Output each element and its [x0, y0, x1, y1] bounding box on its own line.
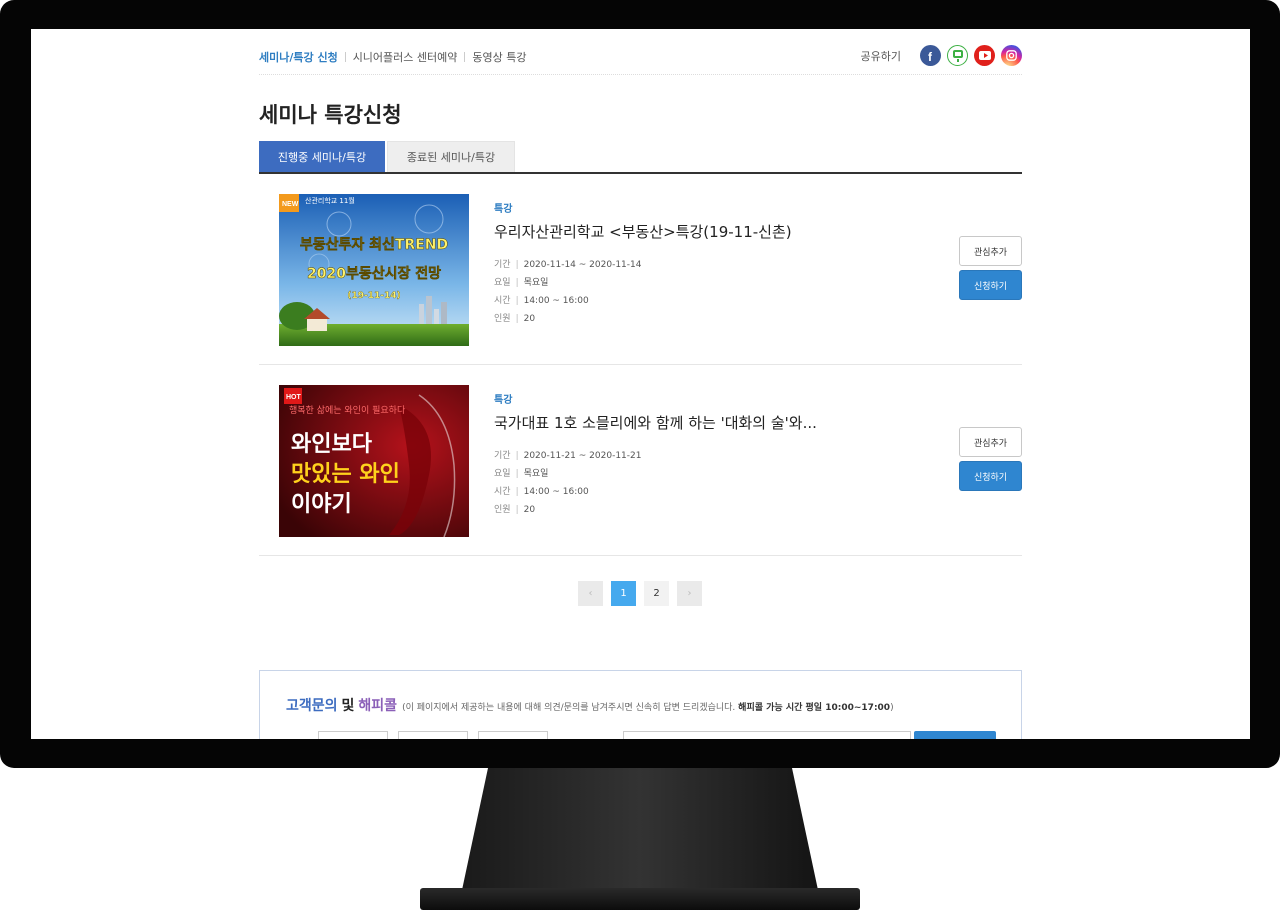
prev-page-button[interactable]: ‹: [578, 581, 603, 606]
thumb-caption: 2020부동산시장 전망: [307, 265, 441, 282]
seminar-info: 특강 국가대표 1호 소믈리에와 함께 하는 '대화의 술'와... 기간 | 20…: [494, 391, 944, 519]
monitor-base: [420, 888, 860, 910]
seminar-actions: 관심추가 신청하기: [959, 427, 1022, 491]
seminar-thumbnail[interactable]: HOT 행복한 삶에는 와인이 필요하다 와인보다 맛있는 와인 이야기: [279, 385, 469, 537]
meta-label: 시간: [494, 487, 511, 497]
seminar-item: NEW 산관리학교 11월 부동산투자 최신TREND 2020부동산시장 전망…: [259, 174, 1022, 365]
nav-seminar-apply[interactable]: 세미나/특강 신청: [259, 49, 338, 65]
facebook-icon[interactable]: f: [920, 45, 941, 66]
seminar-item: HOT 행복한 삶에는 와인이 필요하다 와인보다 맛있는 와인 이야기 특강 …: [259, 365, 1022, 556]
contact-title-and: 및: [341, 698, 355, 714]
tab-ended[interactable]: 종료된 세미나/특강: [387, 141, 515, 172]
nav-senior-center[interactable]: 시니어플러스 센터예약: [353, 49, 458, 65]
thumb-caption: 이야기: [291, 492, 352, 517]
monitor-bezel: 세미나/특강 신청 시니어플러스 센터예약 동영상 특강 공유하기 f 세미나 …: [0, 0, 1280, 768]
meta-label: 요일: [494, 469, 511, 479]
add-interest-button[interactable]: 관심추가: [959, 427, 1022, 457]
seminar-actions: 관심추가 신청하기: [959, 236, 1022, 300]
thumb-caption: NEW: [282, 201, 299, 208]
thumb-caption: 산관리학교 11월: [305, 196, 355, 205]
page-title: 세미나 특강신청: [259, 103, 402, 127]
top-nav: 세미나/특강 신청 시니어플러스 센터예약 동영상 특강 공유하기 f: [259, 43, 1022, 75]
meta-day: 목요일: [523, 469, 549, 479]
thumb-caption: 맛있는 와인: [291, 462, 400, 487]
meta-period: 2020-11-14 ~ 2020-11-14: [523, 260, 642, 270]
thumb-caption: 와인보다: [291, 432, 373, 457]
tab-bar: 진행중 세미나/특강 종료된 세미나/특강: [259, 141, 1022, 174]
contact-select[interactable]: [478, 731, 548, 739]
contact-select[interactable]: [398, 731, 468, 739]
seminar-category: 특강: [494, 204, 513, 215]
seminar-category: 특강: [494, 395, 513, 406]
youtube-icon[interactable]: [974, 45, 995, 66]
thumb-caption: (19-11-14): [347, 291, 400, 301]
nav-separator: [464, 52, 466, 62]
add-interest-button[interactable]: 관심추가: [959, 236, 1022, 266]
contact-heading: 고객문의 및 해피콜 (이 페이지에서 제공하는 내용에 대해 의견/문의를 남…: [286, 695, 894, 715]
meta-label: 인원: [494, 505, 511, 515]
next-page-button[interactable]: ›: [677, 581, 702, 606]
tab-ongoing[interactable]: 진행중 세미나/특강: [259, 141, 385, 172]
page-1[interactable]: 1: [611, 581, 636, 606]
seminar-thumbnail[interactable]: NEW 산관리학교 11월 부동산투자 최신TREND 2020부동산시장 전망…: [279, 194, 469, 346]
monitor-screen: 세미나/특강 신청 시니어플러스 센터예약 동영상 특강 공유하기 f 세미나 …: [31, 29, 1250, 739]
nav-video-lecture[interactable]: 동영상 특강: [472, 49, 526, 65]
seminar-meta: 기간 | 2020-11-14 ~ 2020-11-14 요일 | 목요일 시간 | 14:…: [494, 260, 642, 324]
seminar-title[interactable]: 국가대표 1호 소믈리에와 함께 하는 '대화의 술'와...: [494, 412, 944, 433]
pagination: ‹ 1 2 ›: [578, 581, 710, 606]
page-2[interactable]: 2: [644, 581, 669, 606]
meta-people: 20: [523, 314, 536, 324]
apply-button[interactable]: 신청하기: [959, 461, 1022, 491]
contact-input[interactable]: [623, 731, 911, 739]
instagram-icon[interactable]: [1001, 45, 1022, 66]
meta-day: 목요일: [523, 278, 549, 288]
thumb-caption: 부동산투자 최신TREND: [300, 236, 448, 253]
seminar-meta: 기간 | 2020-11-21 ~ 2020-11-21 요일 | 목요일 시간 | 14:…: [494, 451, 642, 515]
share-bar: 공유하기 f: [861, 45, 1022, 66]
contact-title-happycall: 해피콜: [358, 698, 398, 714]
meta-label: 기간: [494, 451, 511, 461]
contact-desc: (이 페이지에서 제공하는 내용에 대해 의견/문의를 남겨주시면 신속히 답변…: [402, 703, 894, 713]
line-icon[interactable]: [947, 45, 968, 66]
breadcrumb: 세미나/특강 신청 시니어플러스 센터예약 동영상 특강: [259, 49, 527, 65]
contact-submit-button[interactable]: [914, 731, 996, 739]
nav-separator: [344, 52, 346, 62]
meta-time: 14:00 ~ 16:00: [523, 487, 589, 497]
monitor-stand: [462, 768, 818, 890]
meta-label: 시간: [494, 296, 511, 306]
seminar-title[interactable]: 우리자산관리학교 <부동산>특강(19-11-신촌): [494, 221, 944, 242]
apply-button[interactable]: 신청하기: [959, 270, 1022, 300]
contact-select[interactable]: [318, 731, 388, 739]
meta-people: 20: [523, 505, 536, 515]
thumb-caption: HOT: [286, 394, 302, 401]
thumb-caption: 행복한 삶에는 와인이 필요하다: [289, 404, 406, 416]
share-label: 공유하기: [860, 49, 901, 63]
meta-period: 2020-11-21 ~ 2020-11-21: [523, 451, 642, 461]
contact-box: 고객문의 및 해피콜 (이 페이지에서 제공하는 내용에 대해 의견/문의를 남…: [259, 670, 1022, 739]
meta-label: 인원: [494, 314, 511, 324]
meta-label: 요일: [494, 278, 511, 288]
meta-time: 14:00 ~ 16:00: [523, 296, 589, 306]
svg-text:f: f: [928, 50, 933, 62]
seminar-info: 특강 우리자산관리학교 <부동산>특강(19-11-신촌) 기간 | 2020-11…: [494, 200, 944, 328]
meta-label: 기간: [494, 260, 511, 270]
contact-title-inquiry: 고객문의: [286, 698, 338, 714]
